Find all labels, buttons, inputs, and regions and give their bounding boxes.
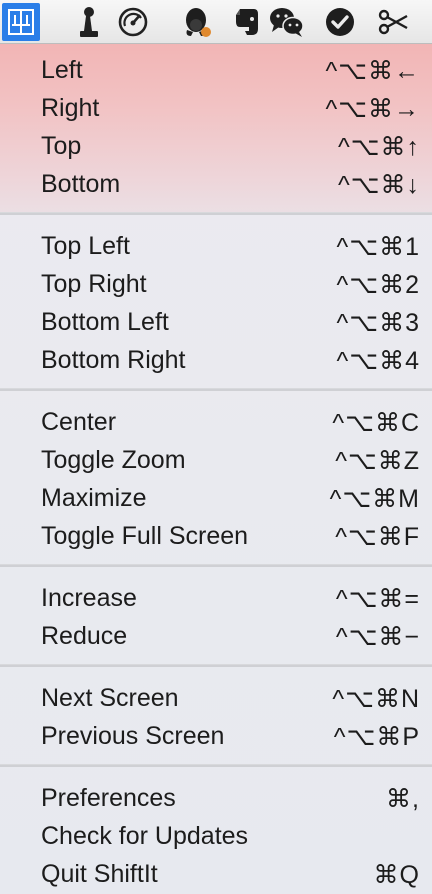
menu-item-maximize[interactable]: Maximize ^⌥⌘M [0,479,432,517]
menu-item-bottom-right[interactable]: Bottom Right ^⌥⌘4 [0,341,432,379]
menu-item-label: Top Left [41,232,130,260]
menu-item-right[interactable]: Right ^⌥⌘→ [0,89,432,127]
menu-item-shortcut: ^⌥⌘← [325,57,420,85]
menu-item-bottom[interactable]: Bottom ^⌥⌘↓ [0,165,432,203]
shiftit-icon[interactable] [2,3,40,41]
menu-item-label: Top [41,132,82,160]
menu-item-label: Toggle Full Screen [41,522,249,550]
menu-item-shortcut: ^⌥⌘2 [336,271,420,299]
menu-item-check-for-updates[interactable]: Check for Updates [0,817,432,855]
menu-item-shortcut: ^⌥⌘→ [325,95,420,123]
menu-item-reduce[interactable]: Reduce ^⌥⌘− [0,617,432,655]
menu-item-label: Center [41,408,117,436]
gauge-icon[interactable] [114,3,152,41]
menu-item-top-right[interactable]: Top Right ^⌥⌘2 [0,265,432,303]
menu-item-label: Toggle Zoom [41,446,186,474]
menu-separator [0,564,432,567]
menu-item-top[interactable]: Top ^⌥⌘↑ [0,127,432,165]
menu-item-shortcut: ^⌥⌘1 [336,233,420,261]
menu-item-label: Maximize [41,484,147,512]
menu-item-label: Bottom Right [41,346,186,374]
menu-separator [0,388,432,391]
menu-item-label: Check for Updates [41,822,249,850]
menu-item-label: Bottom Left [41,308,169,336]
menu-item-label: Quit ShiftIt [41,860,158,888]
menu-item-label: Bottom [41,170,121,198]
menu-item-top-left[interactable]: Top Left ^⌥⌘1 [0,227,432,265]
menu-separator [0,212,432,215]
menu-item-shortcut: ^⌥⌘F [335,523,420,551]
menu-item-increase[interactable]: Increase ^⌥⌘= [0,579,432,617]
shiftit-dropdown-menu: Left ^⌥⌘← Right ^⌥⌘→ Top ^⌥⌘↑ Bottom ^⌥⌘… [0,44,432,894]
menu-item-label: Right [41,94,100,122]
menu-item-label: Next Screen [41,684,179,712]
checkmark-icon[interactable] [321,3,359,41]
menu-item-shortcut: ^⌥⌘Z [335,447,420,475]
menu-item-bottom-left[interactable]: Bottom Left ^⌥⌘3 [0,303,432,341]
menu-item-shortcut: ^⌥⌘− [335,623,420,651]
menu-item-label: Preferences [41,784,176,812]
menu-item-shortcut: ^⌥⌘P [333,723,420,751]
wechat-icon[interactable] [268,3,306,41]
menu-bar [0,0,432,44]
menu-separator [0,664,432,667]
menu-item-previous-screen[interactable]: Previous Screen ^⌥⌘P [0,717,432,755]
menu-item-toggle-zoom[interactable]: Toggle Zoom ^⌥⌘Z [0,441,432,479]
joystick-icon[interactable] [69,3,107,41]
menu-item-shortcut: ^⌥⌘C [332,409,420,437]
menu-item-shortcut: ⌘, [386,785,420,813]
menu-item-next-screen[interactable]: Next Screen ^⌥⌘N [0,679,432,717]
evernote-elephant-icon[interactable] [228,3,266,41]
menu-item-quit-shiftit[interactable]: Quit ShiftIt ⌘Q [0,855,432,893]
menu-item-label: Reduce [41,622,128,650]
menu-separator [0,764,432,767]
menu-item-label: Previous Screen [41,722,225,750]
menu-item-shortcut: ^⌥⌘3 [336,309,420,337]
scissors-icon[interactable] [375,3,413,41]
menu-item-shortcut: ⌘Q [373,861,420,889]
menu-item-shortcut: ^⌥⌘N [332,685,420,713]
menu-item-shortcut: ^⌥⌘= [335,585,420,613]
penguin-icon[interactable] [177,3,215,41]
menu-item-left[interactable]: Left ^⌥⌘← [0,51,432,89]
menu-item-shortcut: ^⌥⌘↑ [337,133,420,161]
menu-item-toggle-full-screen[interactable]: Toggle Full Screen ^⌥⌘F [0,517,432,555]
menu-item-center[interactable]: Center ^⌥⌘C [0,403,432,441]
menu-item-shortcut: ^⌥⌘M [329,485,420,513]
menu-item-label: Left [41,56,83,84]
menu-item-preferences[interactable]: Preferences ⌘, [0,779,432,817]
menu-item-shortcut: ^⌥⌘4 [336,347,420,375]
menu-item-label: Top Right [41,270,147,298]
menu-item-label: Increase [41,584,137,612]
menu-item-shortcut: ^⌥⌘↓ [337,171,420,199]
